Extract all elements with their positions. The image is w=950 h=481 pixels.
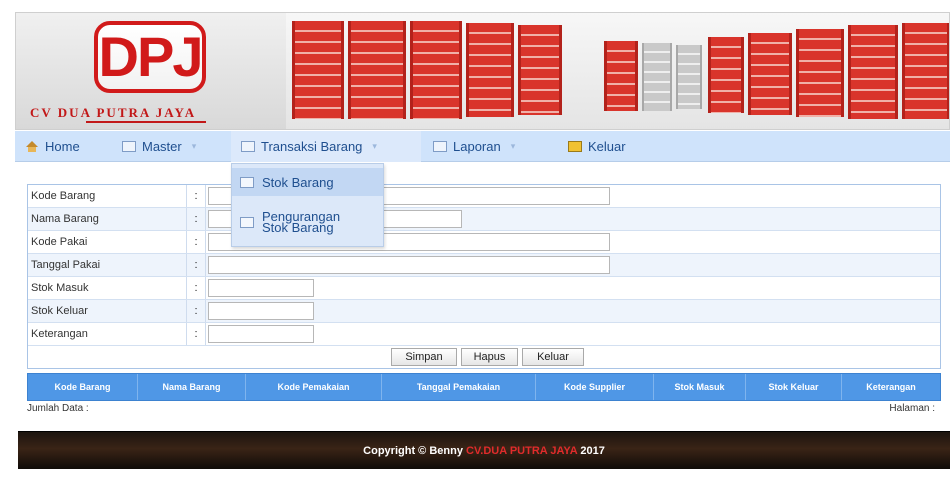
menu-item-pengurangan-stok[interactable]: Pengurangan Stok Barang <box>232 204 383 240</box>
copyright-text: Copyright © Benny CV.DUA PUTRA JAYA 2017 <box>363 445 605 457</box>
copyright-brand: CV.DUA PUTRA JAYA <box>466 444 578 457</box>
nav-master[interactable]: Master ▾ <box>122 131 196 162</box>
field-label: Kode Barang <box>31 190 96 202</box>
main-nav: Home Master ▾ Transaksi Barang ▾ Laporan… <box>15 131 950 162</box>
header-banner: DPJ CV DUA PUTRA JAYA <box>15 12 950 130</box>
form-row-kode-pakai: Kode Pakai : <box>28 231 940 254</box>
chevron-down-icon: ▾ <box>372 141 377 151</box>
field-label: Tanggal Pakai <box>31 259 101 271</box>
grid-icon <box>122 141 136 152</box>
table-summary: Jumlah Data : Halaman : <box>27 403 941 417</box>
field-label: Nama Barang <box>31 213 99 225</box>
home-icon <box>25 140 39 153</box>
column-header[interactable]: Kode Barang <box>28 374 138 400</box>
nav-transaksi-label: Transaksi Barang <box>261 139 363 154</box>
column-header[interactable]: Kode Pemakaian <box>246 374 382 400</box>
field-separator: : <box>186 254 206 276</box>
report-icon <box>240 216 254 228</box>
nav-master-label: Master <box>142 139 182 154</box>
item-form: Kode Barang : Nama Barang : Kode Pakai :… <box>27 184 941 369</box>
column-header[interactable]: Stok Keluar <box>746 374 842 400</box>
field-label: Stok Masuk <box>31 282 89 294</box>
field-separator: : <box>186 300 206 322</box>
field-separator: : <box>186 277 206 299</box>
exit-icon <box>568 141 582 152</box>
transaksi-dropdown-menu: Stok Barang Pengurangan Stok Barang <box>231 163 384 247</box>
field-separator: : <box>186 323 206 345</box>
form-row-stok-keluar: Stok Keluar : <box>28 300 940 323</box>
menu-item-stok-barang[interactable]: Stok Barang <box>232 168 383 196</box>
company-name: CV DUA PUTRA JAYA <box>30 105 197 120</box>
nav-keluar[interactable]: Keluar <box>568 131 626 162</box>
form-button-row: Simpan Hapus Keluar <box>28 346 940 369</box>
form-row-stok-masuk: Stok Masuk : <box>28 277 940 300</box>
stok-masuk-input[interactable] <box>208 279 314 297</box>
page-footer: Copyright © Benny CV.DUA PUTRA JAYA 2017 <box>18 431 950 469</box>
logo-text: DPJ <box>98 25 204 88</box>
data-table-header: Kode Barang Nama Barang Kode Pemakaian T… <box>27 373 941 401</box>
form-row-tanggal-pakai: Tanggal Pakai : <box>28 254 940 277</box>
nav-home[interactable]: Home <box>25 131 80 162</box>
column-header[interactable]: Kode Supplier <box>536 374 654 400</box>
report-icon <box>433 141 447 152</box>
form-row-nama-barang: Nama Barang : <box>28 208 940 231</box>
stok-keluar-input[interactable] <box>208 302 314 320</box>
copyright-year: 2017 <box>580 444 605 457</box>
nav-transaksi-barang[interactable]: Transaksi Barang ▾ <box>231 131 421 162</box>
form-row-kode-barang: Kode Barang : <box>28 185 940 208</box>
chevron-down-icon: ▾ <box>191 141 197 151</box>
menu-item-pengurangan-line2: Stok Barang <box>262 220 334 235</box>
warehouse-banner-image <box>286 13 949 129</box>
delete-button[interactable]: Hapus <box>461 348 518 366</box>
column-header[interactable]: Tanggal Pemakaian <box>382 374 536 400</box>
copyright-prefix: Copyright © Benny <box>363 444 463 457</box>
nav-keluar-label: Keluar <box>588 139 626 154</box>
nav-laporan[interactable]: Laporan ▾ <box>433 131 515 162</box>
chevron-down-icon: ▾ <box>510 141 516 151</box>
field-label: Stok Keluar <box>31 305 88 317</box>
exit-button[interactable]: Keluar <box>522 348 584 366</box>
form-row-keterangan: Keterangan : <box>28 323 940 346</box>
nav-laporan-label: Laporan <box>453 139 501 154</box>
column-header[interactable]: Stok Masuk <box>654 374 746 400</box>
field-label: Kode Pakai <box>31 236 88 248</box>
book-icon <box>240 176 254 188</box>
nav-home-label: Home <box>45 139 80 154</box>
book-icon <box>241 141 255 152</box>
field-label: Keterangan <box>31 328 88 340</box>
page-label: Halaman : <box>889 403 935 414</box>
field-separator: : <box>186 208 206 230</box>
field-separator: : <box>186 185 206 207</box>
record-count-label: Jumlah Data : <box>27 403 89 414</box>
field-separator: : <box>186 231 206 253</box>
save-button[interactable]: Simpan <box>391 348 457 366</box>
column-header[interactable]: Nama Barang <box>138 374 246 400</box>
column-header[interactable]: Keterangan <box>842 374 940 400</box>
logo-area: DPJ CV DUA PUTRA JAYA <box>16 13 286 129</box>
tanggal-pakai-input[interactable] <box>208 256 610 274</box>
menu-item-stok-barang-label: Stok Barang <box>262 174 334 190</box>
menu-item-pengurangan-label: Pengurangan Stok Barang <box>262 210 340 235</box>
keterangan-input[interactable] <box>208 325 314 343</box>
company-logo: DPJ <box>94 21 206 93</box>
company-underline <box>86 121 206 123</box>
